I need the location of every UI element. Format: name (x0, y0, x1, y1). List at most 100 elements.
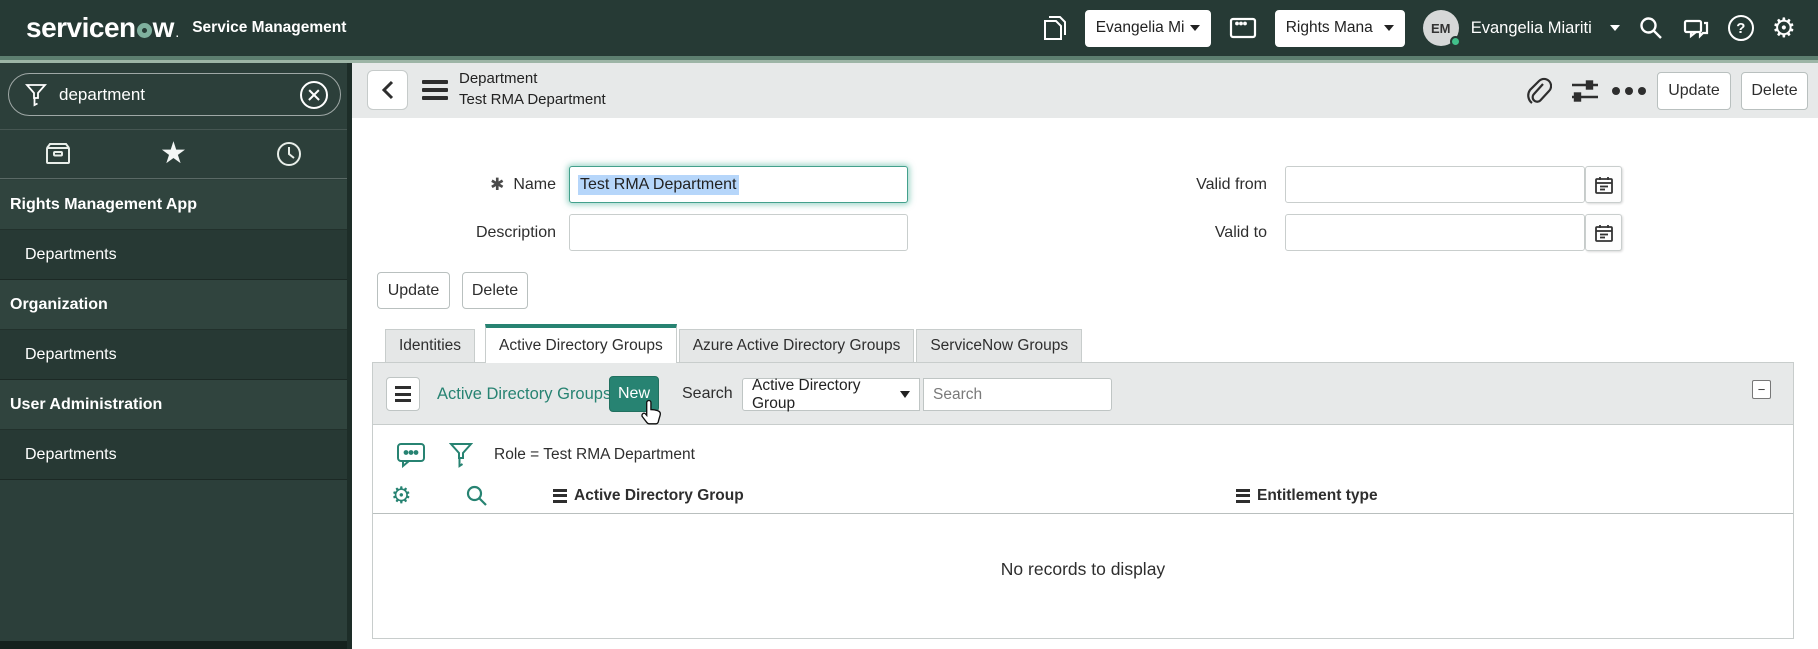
logo-text: servicen (26, 12, 136, 43)
description-label: Description (475, 223, 556, 241)
valid-to-label: Valid to (1214, 223, 1267, 241)
tab-history[interactable] (231, 130, 347, 178)
valid-from-label: Valid from (1196, 175, 1267, 193)
list-personalize-button[interactable]: ⚙ (391, 477, 412, 514)
user-caret-icon[interactable] (1609, 25, 1620, 36)
select-caret-icon (900, 391, 910, 403)
update-set-value: Evangelia Mi (1095, 19, 1185, 36)
back-button[interactable] (367, 70, 408, 110)
update-button-header[interactable]: Update (1657, 72, 1731, 110)
column-menu-icon (1236, 488, 1250, 503)
servicenow-window: servicen w. Service Management Evangelia … (0, 0, 1818, 649)
valid-to-calendar-button[interactable] (1585, 214, 1622, 251)
valid-to-input[interactable] (1285, 214, 1585, 251)
tab-identities[interactable]: Identities (385, 329, 476, 363)
search-column-select[interactable]: Active Directory Group (742, 376, 920, 412)
global-search-icon[interactable] (1638, 15, 1664, 41)
logo-o-ring-icon (136, 23, 152, 38)
personalize-form-button[interactable] (1570, 63, 1600, 118)
search-column-value: Active Directory Group (752, 376, 861, 412)
valid-from-calendar-button[interactable] (1585, 166, 1622, 203)
related-list-title: Active Directory Groups (437, 384, 612, 403)
update-button-form[interactable]: Update (377, 272, 450, 309)
application-picker[interactable]: Rights Mana (1274, 9, 1405, 47)
column-header-active-directory-group[interactable]: Active Directory Group (553, 477, 744, 514)
nav-section-user-administration[interactable]: User Administration (0, 380, 347, 430)
tab-active-directory-groups[interactable]: Active Directory Groups (485, 324, 677, 363)
pages-icon[interactable] (1041, 14, 1067, 42)
column-menu-icon (553, 488, 567, 503)
delete-button-header[interactable]: Delete (1741, 72, 1808, 110)
history-clock-icon (277, 142, 302, 166)
column-header-entitlement-type[interactable]: Entitlement type (1236, 477, 1378, 514)
list-search-input[interactable] (923, 378, 1112, 411)
list-menu-icon (395, 386, 411, 389)
attachment-button[interactable] (1524, 63, 1552, 118)
gear-icon[interactable]: ⚙ (1772, 14, 1796, 42)
tab-all-applications[interactable] (0, 130, 116, 178)
tab-azure-active-directory-groups[interactable]: Azure Active Directory Groups (678, 329, 915, 363)
search-label: Search (682, 385, 733, 402)
nav-item-departments-rma[interactable]: Departments (0, 230, 347, 280)
related-list-panel: Active Directory Groups New Search Activ… (372, 362, 1794, 639)
nav-item-departments-user[interactable]: Departments (0, 430, 347, 480)
description-input[interactable] (569, 214, 908, 251)
list-column-header-row: ⚙ Active Directory Group Entitlement typ… (373, 477, 1793, 514)
record-view: Department Test RMA Department Update De… (352, 63, 1818, 649)
nav-item-departments-org[interactable]: Departments (0, 330, 347, 380)
nav-section-organization[interactable]: Organization (0, 280, 347, 330)
navigator-tabs: ★ (0, 129, 347, 179)
context-menu-icon[interactable] (422, 80, 448, 100)
comment-button[interactable] (396, 435, 426, 475)
comment-icon (397, 443, 425, 469)
valid-from-input[interactable] (1285, 166, 1585, 203)
chevron-down-icon (1383, 25, 1394, 36)
navigator-filter-value: department (59, 84, 145, 104)
list-menu-button[interactable] (386, 377, 420, 411)
clear-filter-icon[interactable] (300, 80, 328, 109)
navigator-filter[interactable]: department (8, 73, 341, 116)
sliders-icon (1572, 79, 1598, 102)
collapse-list-icon[interactable]: − (1752, 380, 1771, 399)
tab-favorites[interactable]: ★ (116, 130, 232, 178)
record-breadcrumb: Department Test RMA Department (459, 68, 606, 110)
delete-button-form[interactable]: Delete (462, 272, 528, 309)
favorites-star-icon: ★ (160, 137, 187, 170)
logo-text-end: w (152, 12, 175, 43)
nav-section-rights-management-app[interactable]: Rights Management App (0, 180, 347, 230)
filter-funnel-icon (449, 443, 473, 468)
back-chevron-icon (381, 80, 393, 100)
update-set-picker[interactable]: Evangelia Mi (1084, 9, 1211, 47)
topbar-right: Evangelia Mi Rights Mana EM Evangelia Mi… (1041, 0, 1818, 56)
record-title: Test RMA Department (459, 91, 606, 108)
application-value: Rights Mana (1285, 19, 1373, 36)
sidebar-footer-strip (0, 641, 347, 649)
list-search-toggle[interactable] (465, 477, 489, 514)
application-window-icon[interactable] (1229, 16, 1257, 40)
list-filter-row: Role = Test RMA Department (373, 435, 1793, 475)
application-navigator: department ★ Rights Management App Depar… (0, 63, 352, 649)
all-apps-box-icon (45, 143, 70, 164)
more-actions-icon (1612, 86, 1646, 95)
tab-servicenow-groups[interactable]: ServiceNow Groups (916, 329, 1083, 363)
top-header: servicen w. Service Management Evangelia … (0, 0, 1818, 56)
presence-dot (1449, 36, 1461, 47)
navigator-menu: Rights Management App Departments Organi… (0, 180, 347, 480)
filter-button[interactable] (449, 435, 473, 475)
gear-icon: ⚙ (391, 482, 412, 508)
more-actions-button[interactable] (1612, 63, 1646, 118)
hand-pointer-cursor (640, 399, 663, 430)
servicenow-logo[interactable]: servicen w. (26, 12, 179, 44)
logo-tm: . (175, 29, 179, 40)
help-icon[interactable]: ? (1727, 15, 1754, 41)
related-list-header: Active Directory Groups New Search Activ… (373, 363, 1793, 425)
user-avatar[interactable]: EM (1422, 10, 1461, 47)
name-input[interactable]: Test RMA Department (569, 166, 908, 203)
required-marker: ✱ (490, 174, 505, 194)
chevron-down-icon (1189, 25, 1200, 36)
header-accent-band (0, 56, 1818, 63)
user-menu[interactable]: Evangelia Miariti (1471, 19, 1592, 38)
related-list-tabs: Identities Active Directory Groups Azure… (385, 324, 1083, 363)
chat-icon[interactable] (1682, 15, 1710, 41)
filter-condition[interactable]: Role = Test RMA Department (494, 435, 695, 475)
